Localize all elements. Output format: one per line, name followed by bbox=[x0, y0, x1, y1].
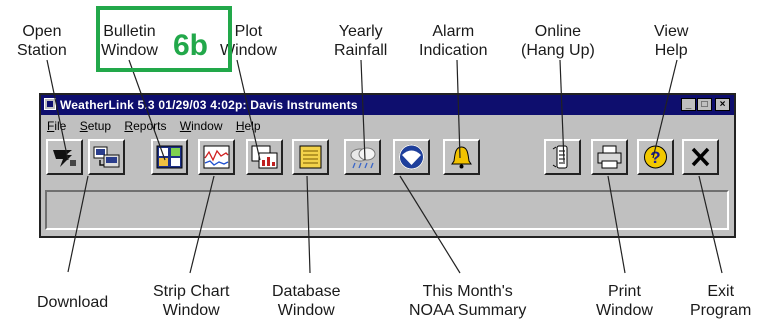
menu-window[interactable]: Window bbox=[180, 119, 223, 133]
menu-help[interactable]: Help bbox=[236, 119, 261, 133]
print-window-button[interactable] bbox=[591, 139, 628, 175]
svg-text:?: ? bbox=[650, 148, 660, 167]
highlight-box bbox=[96, 6, 232, 72]
open-station-icon bbox=[53, 150, 76, 167]
alarm-bell-icon bbox=[451, 146, 472, 169]
app-icon[interactable] bbox=[44, 98, 56, 110]
highlight-tag: 6b bbox=[173, 29, 209, 62]
callout-print-window: Print Window bbox=[596, 283, 653, 319]
online-hang-up-button[interactable] bbox=[544, 139, 581, 175]
plot-window-icon bbox=[251, 145, 278, 169]
noaa-summary-icon bbox=[399, 144, 424, 170]
close-button[interactable]: × bbox=[715, 98, 730, 111]
callout-exit-program: Exit Program bbox=[690, 283, 752, 319]
callout-strip-chart-window: Strip Chart Window bbox=[153, 283, 230, 319]
database-window-button[interactable] bbox=[292, 139, 329, 175]
callout-view-help: View Help bbox=[654, 23, 689, 59]
minimize-button[interactable]: _ bbox=[681, 98, 696, 111]
strip-chart-button[interactable] bbox=[198, 139, 235, 175]
download-button[interactable] bbox=[88, 139, 125, 175]
database-window-icon bbox=[299, 145, 322, 169]
alarm-indication-button[interactable] bbox=[443, 139, 480, 175]
menu-bar: File Setup Reports Window Help bbox=[47, 119, 271, 135]
yearly-rainfall-button[interactable] bbox=[344, 139, 381, 175]
download-icon bbox=[93, 146, 120, 168]
toolbar: ? bbox=[41, 139, 734, 181]
callout-download: Download bbox=[37, 294, 109, 311]
callout-yearly-rainfall: Yearly Rainfall bbox=[334, 23, 388, 59]
callout-database-window: Database Window bbox=[272, 283, 341, 319]
menu-file[interactable]: File bbox=[47, 119, 66, 133]
print-window-icon bbox=[597, 145, 622, 169]
plot-window-button[interactable] bbox=[246, 139, 283, 175]
maximize-button[interactable]: □ bbox=[697, 98, 712, 111]
exit-program-button[interactable] bbox=[682, 139, 719, 175]
yearly-rainfall-icon bbox=[350, 147, 376, 169]
status-panel bbox=[45, 190, 729, 230]
callout-noaa-summary: This Month's NOAA Summary bbox=[409, 283, 527, 319]
weatherlink-window: WeatherLink 5.3 01/29/03 4:02p: Davis In… bbox=[39, 93, 736, 238]
menu-setup[interactable]: Setup bbox=[80, 119, 111, 133]
noaa-summary-button[interactable] bbox=[393, 139, 430, 175]
title-bar[interactable]: WeatherLink 5.3 01/29/03 4:02p: Davis In… bbox=[41, 95, 734, 115]
callout-alarm-indication: Alarm Indication bbox=[419, 23, 488, 59]
window-title: WeatherLink 5.3 01/29/03 4:02p: Davis In… bbox=[60, 98, 358, 112]
view-help-button[interactable]: ? bbox=[637, 139, 674, 175]
online-hang-up-icon bbox=[552, 145, 568, 169]
bulletin-window-icon bbox=[156, 145, 183, 169]
menu-reports[interactable]: Reports bbox=[124, 119, 166, 133]
open-station-button[interactable] bbox=[46, 139, 83, 175]
callout-open-station: Open Station bbox=[17, 23, 67, 59]
strip-chart-icon bbox=[203, 145, 230, 169]
bulletin-window-button[interactable] bbox=[151, 139, 188, 175]
callout-online-hang-up: Online (Hang Up) bbox=[521, 23, 595, 59]
view-help-icon: ? bbox=[644, 145, 667, 169]
exit-program-icon bbox=[691, 147, 710, 167]
